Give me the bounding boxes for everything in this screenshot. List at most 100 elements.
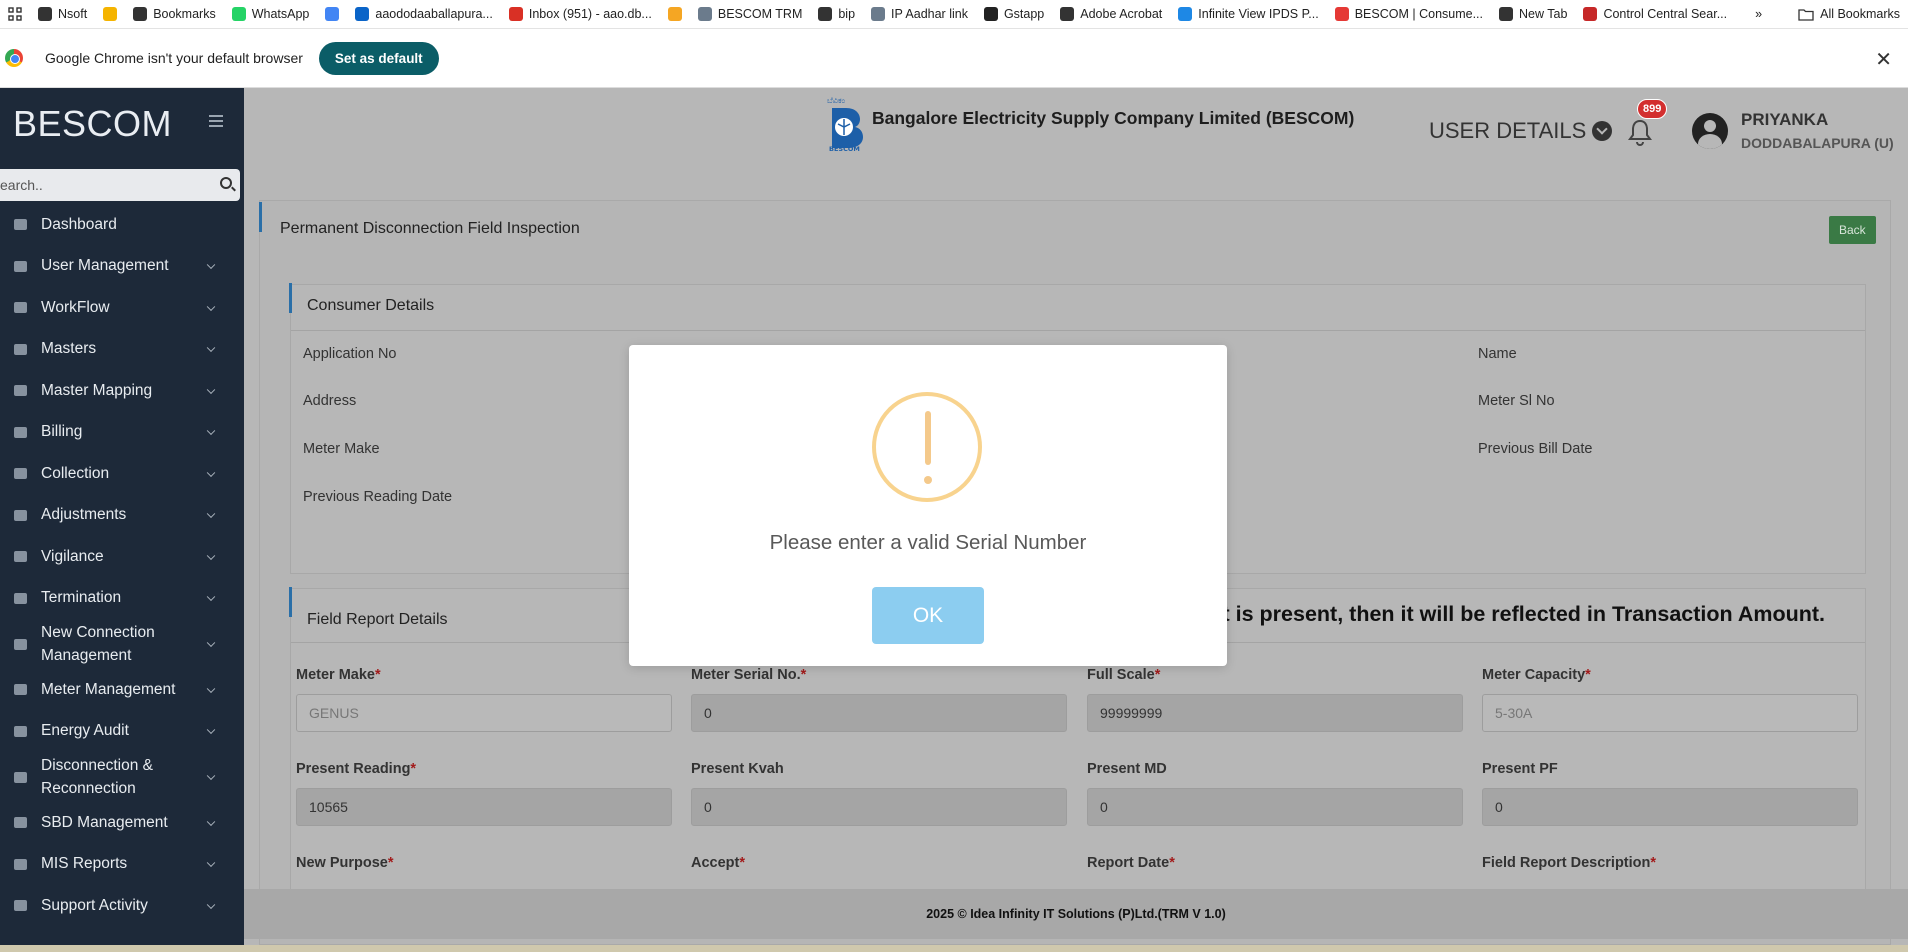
present-pf-input[interactable]: 0 (1482, 788, 1858, 826)
meter-serial-input[interactable]: 0 (691, 694, 1067, 732)
meter-capacity-field-label: Meter Capacity* (1482, 667, 1591, 683)
bookmark-item[interactable]: Adobe Acrobat (1052, 0, 1170, 28)
brand-logo: BESCOM (13, 103, 173, 144)
amazon-icon (667, 7, 682, 21)
user-details-dropdown[interactable]: USER DETAILS (1429, 118, 1613, 144)
bookmark-item[interactable]: Inbox (951) - aao.db... (501, 0, 660, 28)
sidebar-item-disconnection-reconnection[interactable]: Disconnection & Reconnection (0, 752, 244, 802)
sidebar-item-mis-reports[interactable]: MIS Reports (0, 844, 244, 886)
bookmark-item[interactable]: bip (810, 0, 863, 28)
all-bookmarks-button[interactable]: All Bookmarks (1790, 0, 1908, 28)
bookmark-label: Gstapp (1003, 7, 1045, 21)
bookmark-label: Inbox (951) - aao.db... (528, 7, 652, 21)
apps-grid-icon[interactable] (0, 0, 30, 28)
sidebar-item-label: Vigilance (41, 547, 104, 565)
sidebar-item-masters[interactable]: Masters (0, 329, 244, 371)
bookmark-item[interactable]: WhatsApp (224, 0, 318, 28)
infinite-icon (1178, 7, 1193, 21)
present-reading-input[interactable]: 10565 (296, 788, 672, 826)
present-kvah-field-label: Present Kvah (691, 761, 784, 777)
gears-icon (14, 725, 27, 737)
sidebar-item-dashboard[interactable]: Dashboard (0, 204, 244, 246)
previous-bill-date-label: Previous Bill Date (1478, 441, 1593, 457)
sidebar-item-label: Collection (41, 464, 110, 482)
doc-icon (697, 7, 712, 21)
sidebar-item-vigilance[interactable]: Vigilance (0, 536, 244, 578)
trash-icon (14, 592, 27, 604)
hamburger-menu-icon[interactable] (209, 115, 223, 127)
bookmark-item[interactable]: New Tab (1491, 0, 1575, 28)
sidebar-item-label: New Connection Management (41, 624, 155, 664)
top-header: ಬೆವಿಕಂ BESCOM Bangalore Electricity Supp… (244, 88, 1908, 178)
bookmark-label: Nsoft (58, 7, 88, 21)
bookmark-item[interactable]: BESCOM | Consume... (1327, 0, 1491, 28)
search-icon[interactable] (220, 177, 232, 189)
bar-chart-icon (14, 858, 27, 870)
back-button[interactable]: Back (1829, 216, 1876, 244)
bookmark-item[interactable] (317, 0, 347, 28)
bookmark-item[interactable] (95, 0, 125, 28)
full-scale-input[interactable]: 99999999 (1087, 694, 1463, 732)
sidebar-item-billing[interactable]: Billing (0, 412, 244, 454)
chevron-down-icon (206, 771, 216, 781)
bookmark-item[interactable]: Bookmarks (125, 0, 224, 28)
user-icon (14, 302, 27, 314)
chevron-down-icon (206, 385, 216, 394)
bell-icon[interactable] (1628, 118, 1652, 146)
meter-make-input[interactable]: GENUS (296, 694, 672, 732)
sidebar-item-label: Adjustments (41, 506, 127, 524)
sidebar-item-new-connection-management[interactable]: New Connection Management (0, 619, 244, 669)
bookmark-item[interactable]: BESCOM TRM (690, 0, 811, 28)
bookmark-item[interactable]: Gstapp (976, 0, 1052, 28)
svg-text:BESCOM: BESCOM (829, 145, 860, 152)
sidebar-item-label: Master Mapping (41, 381, 153, 399)
present-md-input[interactable]: 0 (1087, 788, 1463, 826)
sidebar-item-master-mapping[interactable]: Master Mapping (0, 370, 244, 412)
ok-button[interactable]: OK (872, 587, 984, 644)
sidebar-item-energy-audit[interactable]: Energy Audit (0, 711, 244, 753)
user-name: PRIYANKA (1741, 110, 1829, 129)
set-as-default-button[interactable]: Set as default (318, 41, 439, 75)
chevron-down-icon (206, 684, 216, 693)
field-report-description-label: Field Report Description* (1482, 855, 1657, 871)
dashboard-icon (14, 219, 27, 231)
sidebar-item-meter-management[interactable]: Meter Management (0, 669, 244, 711)
sidebar-item-termination[interactable]: Termination (0, 578, 244, 620)
bookmark-item[interactable]: aaododaaballapura... (347, 0, 500, 28)
company-name: Bangalore Electricity Supply Company Lim… (872, 108, 1355, 128)
application-no-label: Application No (303, 346, 397, 362)
emoji-icon (103, 7, 118, 21)
present-kvah-input[interactable]: 0 (691, 788, 1067, 826)
search-placeholder: earch.. (0, 177, 43, 193)
chevron-down-icon (206, 302, 216, 311)
meter-capacity-input[interactable]: 5-30A (1482, 694, 1858, 732)
sidebar-item-user-management[interactable]: User Management (0, 246, 244, 288)
bookmark-item[interactable]: Infinite View IPDS P... (1170, 0, 1326, 28)
avatar[interactable] (1692, 113, 1728, 149)
bookmark-item[interactable]: Control Central Sear... (1575, 0, 1735, 28)
sidebar-item-collection[interactable]: Collection (0, 453, 244, 495)
bookmark-label: IP Aadhar link (891, 7, 968, 21)
gmail-icon (508, 7, 523, 21)
chevron-down-icon (206, 725, 216, 735)
sidebar-item-workflow[interactable]: WorkFlow (0, 287, 244, 329)
warning-icon (872, 392, 982, 502)
sidebar-item-support-activity[interactable]: Support Activity (0, 885, 244, 927)
sidebar-item-adjustments[interactable]: Adjustments (0, 495, 244, 537)
bookmark-label: Bookmarks (153, 7, 216, 21)
bottom-strip (0, 945, 1908, 952)
present-reading-field-label: Present Reading* (296, 761, 417, 777)
sidebar-search-input[interactable]: earch.. (0, 169, 240, 201)
more-bookmarks-button[interactable]: » (1747, 0, 1770, 28)
bescom-icon (1334, 7, 1349, 21)
sidebar-item-sbd-management[interactable]: SBD Management (0, 802, 244, 844)
close-icon[interactable]: ✕ (1875, 47, 1892, 72)
oracle-icon (1583, 7, 1598, 21)
bookmark-item[interactable]: Nsoft (30, 0, 95, 28)
sidebar-item-label: User Management (41, 257, 169, 275)
accept-field-label: Accept* (691, 855, 746, 871)
bookmark-item[interactable] (660, 0, 690, 28)
bookmark-label: BESCOM | Consume... (1354, 7, 1484, 21)
bookmark-item[interactable]: IP Aadhar link (863, 0, 976, 28)
link-icon (14, 771, 27, 783)
